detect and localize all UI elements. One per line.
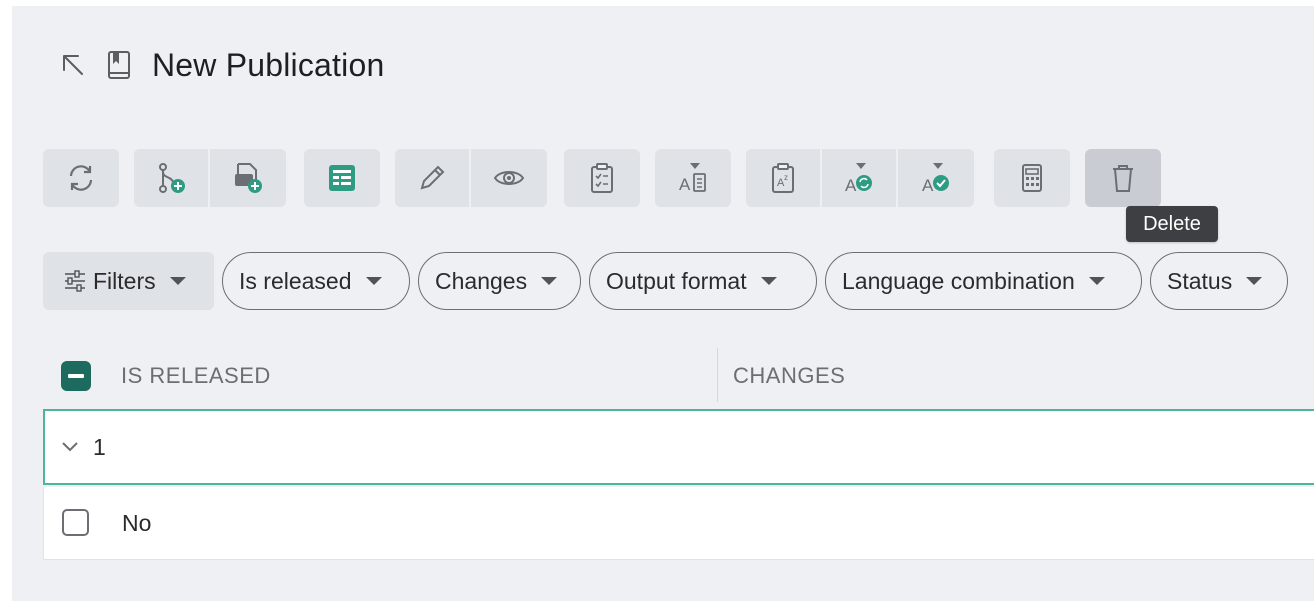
edit-button[interactable] <box>395 149 471 207</box>
chip-label: Status <box>1167 267 1233 294</box>
filters-label: Filters <box>93 267 156 294</box>
clipboard-checklist-icon <box>591 163 613 193</box>
filter-chip-language-combination[interactable]: Language combination <box>825 252 1142 310</box>
refresh-button[interactable] <box>43 149 119 207</box>
chevron-down-icon[interactable] <box>61 437 81 457</box>
language-check-button[interactable]: A <box>898 149 974 207</box>
delete-tooltip: Delete <box>1126 206 1218 242</box>
toolbar-group-translate: Az A A <box>746 149 974 207</box>
caret-down-icon <box>760 277 777 285</box>
select-all-checkbox[interactable] <box>61 361 91 391</box>
toolbar-group-checklist <box>564 149 640 207</box>
filter-chip-changes[interactable]: Changes <box>418 252 581 310</box>
trash-icon <box>1113 165 1133 192</box>
chip-label: Changes <box>435 267 528 294</box>
table-row[interactable]: No <box>43 487 1314 560</box>
caret-down-icon <box>169 277 186 285</box>
language-sync-button[interactable]: A <box>822 149 898 207</box>
arrow-up-left-icon[interactable] <box>58 50 88 80</box>
caret-down-icon <box>541 277 558 285</box>
delete-button[interactable] <box>1085 149 1161 207</box>
page-title: New Publication <box>152 46 385 83</box>
add-file-button[interactable] <box>210 149 286 207</box>
filter-chip-output-format[interactable]: Output format <box>589 252 817 310</box>
add-branch-button[interactable] <box>134 149 210 207</box>
preview-button[interactable] <box>471 149 547 207</box>
column-header-changes[interactable]: CHANGES <box>733 346 845 406</box>
table-view-button[interactable] <box>304 149 380 207</box>
calculator-icon <box>1022 164 1042 192</box>
language-sync-icon: A <box>845 163 872 195</box>
caret-down-icon <box>365 277 382 285</box>
language-check-icon: A <box>922 163 949 195</box>
toolbar-group-refresh <box>43 149 119 207</box>
column-divider[interactable] <box>717 348 718 402</box>
language-text-icon: A <box>679 163 706 194</box>
svg-text:A: A <box>845 176 857 195</box>
calculator-button[interactable] <box>994 149 1070 207</box>
svg-text:z: z <box>784 173 788 182</box>
column-header-is-released[interactable]: IS RELEASED <box>121 346 271 406</box>
filter-chip-status[interactable]: Status <box>1150 252 1288 310</box>
file-add-icon <box>235 163 262 193</box>
clipboard-translate-icon: Az <box>772 163 794 193</box>
eye-icon <box>493 171 525 185</box>
chip-label: Language combination <box>842 267 1075 294</box>
filter-sliders-icon <box>65 270 85 292</box>
caret-down-icon <box>1088 277 1105 285</box>
branch-add-icon <box>159 163 185 193</box>
row-checkbox[interactable] <box>62 509 89 536</box>
pencil-icon <box>420 165 445 190</box>
filters-button[interactable]: Filters <box>43 252 214 310</box>
group-row[interactable]: 1 <box>43 409 1314 485</box>
page-header: New Publication <box>58 40 384 90</box>
toolbar-group-language: A <box>655 149 731 207</box>
chip-label: Output format <box>606 267 747 294</box>
table-header: IS RELEASED CHANGES <box>43 346 1314 406</box>
filter-chip-is-released[interactable]: Is released <box>222 252 410 310</box>
chip-label: Is released <box>239 267 352 294</box>
group-label: 1 <box>93 433 106 460</box>
svg-text:A: A <box>679 175 691 194</box>
cell-is-released: No <box>122 510 152 536</box>
toolbar-group-delete <box>1085 149 1161 207</box>
clipboard-translate-button[interactable]: Az <box>746 149 822 207</box>
toolbar-group-add <box>134 149 286 207</box>
refresh-icon <box>69 165 93 191</box>
table-view-icon <box>329 165 355 191</box>
book-icon <box>104 50 134 80</box>
toolbar-group-view <box>304 149 380 207</box>
toolbar-group-calc <box>994 149 1070 207</box>
toolbar-group-edit <box>395 149 547 207</box>
language-text-button[interactable]: A <box>655 149 731 207</box>
minus-icon <box>68 374 84 378</box>
checklist-button[interactable] <box>564 149 640 207</box>
caret-down-icon <box>1246 277 1263 285</box>
svg-text:A: A <box>922 176 934 195</box>
